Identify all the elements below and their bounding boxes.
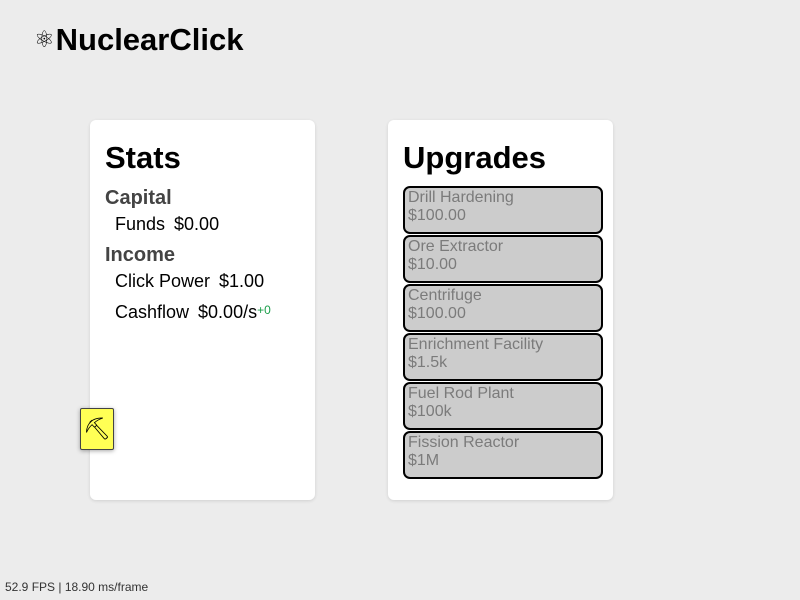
upgrade-name: Ore Extractor	[408, 238, 504, 255]
stats-panel: Stats Capital Funds $0.00 Income Click Po…	[90, 120, 315, 500]
upgrade-cost: $100.00	[408, 207, 466, 224]
upgrade-button[interactable]: Drill Hardening $100.00	[403, 186, 603, 234]
upgrade-button[interactable]: Centrifuge $100.00	[403, 284, 603, 332]
upgrades-heading: Upgrades	[403, 140, 546, 175]
upgrade-button[interactable]: Fission Reactor $1M	[403, 431, 603, 479]
upgrade-cost: $100k	[408, 403, 452, 420]
upgrade-name: Enrichment Facility	[408, 336, 544, 353]
cashflow-label: Cashflow	[115, 302, 190, 322]
click-power-row: Click Power $1.00	[115, 270, 264, 292]
upgrade-list: Drill Hardening $100.00 Ore Extractor $1…	[403, 186, 603, 480]
cashflow-value: $0.00/s	[198, 302, 258, 322]
upgrades-panel: Upgrades Drill Hardening $100.00 Ore Ext…	[388, 120, 613, 500]
funds-label: Funds	[115, 214, 166, 234]
cashflow-row: Cashflow $0.00/s+0	[115, 299, 271, 323]
click-power-label: Click Power	[115, 271, 211, 291]
funds-row: Funds $0.00	[115, 213, 219, 235]
click-power-value: $1.00	[219, 271, 265, 291]
upgrade-button[interactable]: Ore Extractor $10.00	[403, 235, 603, 283]
upgrade-name: Drill Hardening	[408, 189, 514, 206]
upgrade-name: Fission Reactor	[408, 434, 520, 451]
pickaxe-icon: ⛏	[83, 416, 111, 442]
income-heading: Income	[105, 244, 176, 266]
upgrade-cost: $100.00	[408, 305, 466, 322]
upgrade-button[interactable]: Enrichment Facility $1.5k	[403, 333, 603, 381]
upgrade-cost: $1M	[408, 452, 440, 469]
mine-button[interactable]: ⛏	[80, 408, 114, 450]
cashflow-delta: +0	[257, 303, 271, 317]
stats-heading: Stats	[105, 140, 181, 175]
upgrade-cost: $10.00	[408, 256, 457, 273]
app-title: ⚛ NuclearClick	[34, 22, 243, 58]
fps-counter: 52.9 FPS | 18.90 ms/frame	[5, 580, 149, 594]
capital-heading: Capital	[105, 187, 172, 209]
upgrade-cost: $1.5k	[408, 354, 448, 371]
funds-value: $0.00	[174, 214, 220, 234]
app-title-text: NuclearClick	[55, 22, 244, 57]
upgrade-name: Fuel Rod Plant	[408, 385, 514, 402]
upgrade-name: Centrifuge	[408, 287, 482, 304]
atom-icon: ⚛	[34, 27, 55, 53]
upgrade-button[interactable]: Fuel Rod Plant $100k	[403, 382, 603, 430]
